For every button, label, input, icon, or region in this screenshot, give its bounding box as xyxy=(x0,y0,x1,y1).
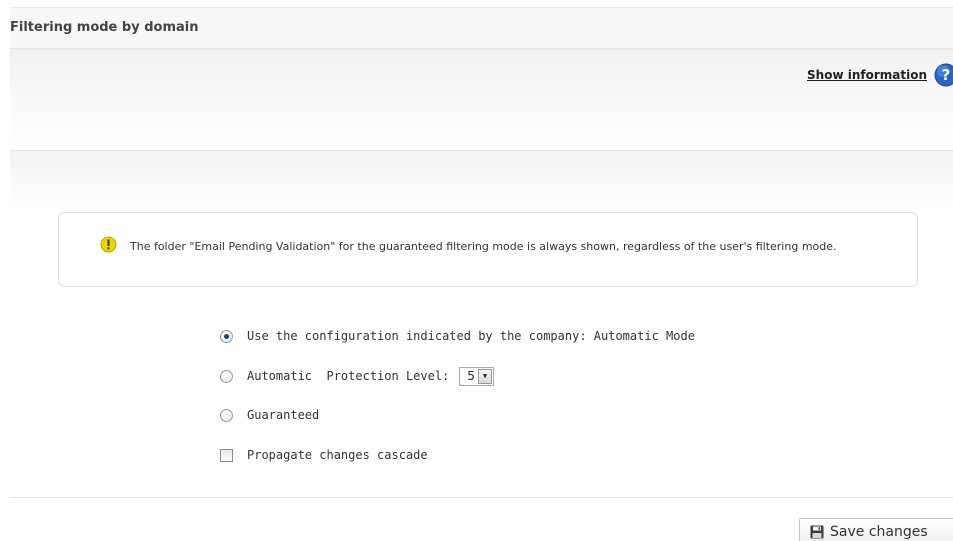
show-information-link[interactable]: Show information xyxy=(807,68,927,82)
svg-text:?: ? xyxy=(942,66,951,84)
content-band xyxy=(10,151,953,211)
option-company-config[interactable]: Use the configuration indicated by the c… xyxy=(220,324,695,348)
save-changes-button[interactable]: Save changes xyxy=(799,518,953,541)
protection-level-select[interactable]: 5 ▼ xyxy=(459,366,494,386)
protection-level-value: 5 xyxy=(467,369,475,383)
show-information-control[interactable]: Show information ? xyxy=(807,62,953,88)
filtering-mode-page: Filtering mode by domain Show informatio… xyxy=(0,0,953,541)
chevron-down-icon[interactable]: ▼ xyxy=(477,368,492,384)
company-config-radio[interactable] xyxy=(220,329,233,343)
option-automatic[interactable]: Automatic Protection Level: 5 ▼ xyxy=(220,364,494,388)
automatic-label: Automatic Protection Level: xyxy=(247,369,450,383)
help-question-icon[interactable]: ? xyxy=(933,63,953,87)
option-propagate[interactable]: Propagate changes cascade xyxy=(220,443,428,467)
section-title: Filtering mode by domain xyxy=(10,20,199,35)
section-header: Filtering mode by domain xyxy=(10,8,953,49)
info-band: Show information ? xyxy=(10,49,953,151)
propagate-label: Propagate changes cascade xyxy=(247,448,428,462)
guaranteed-label: Guaranteed xyxy=(247,408,320,422)
save-changes-label: Save changes xyxy=(830,524,928,540)
notice-box: The folder "Email Pending Validation" fo… xyxy=(58,212,918,287)
company-config-label: Use the configuration indicated by the c… xyxy=(247,329,695,343)
floppy-disk-icon xyxy=(810,525,824,539)
propagate-checkbox[interactable] xyxy=(220,448,233,462)
automatic-radio[interactable] xyxy=(220,369,233,383)
option-guaranteed[interactable]: Guaranteed xyxy=(220,403,319,427)
bottom-divider xyxy=(10,497,953,498)
guaranteed-radio[interactable] xyxy=(220,408,233,422)
warning-exclamation-icon xyxy=(100,236,117,253)
notice-text: The folder "Email Pending Validation" fo… xyxy=(130,240,837,253)
